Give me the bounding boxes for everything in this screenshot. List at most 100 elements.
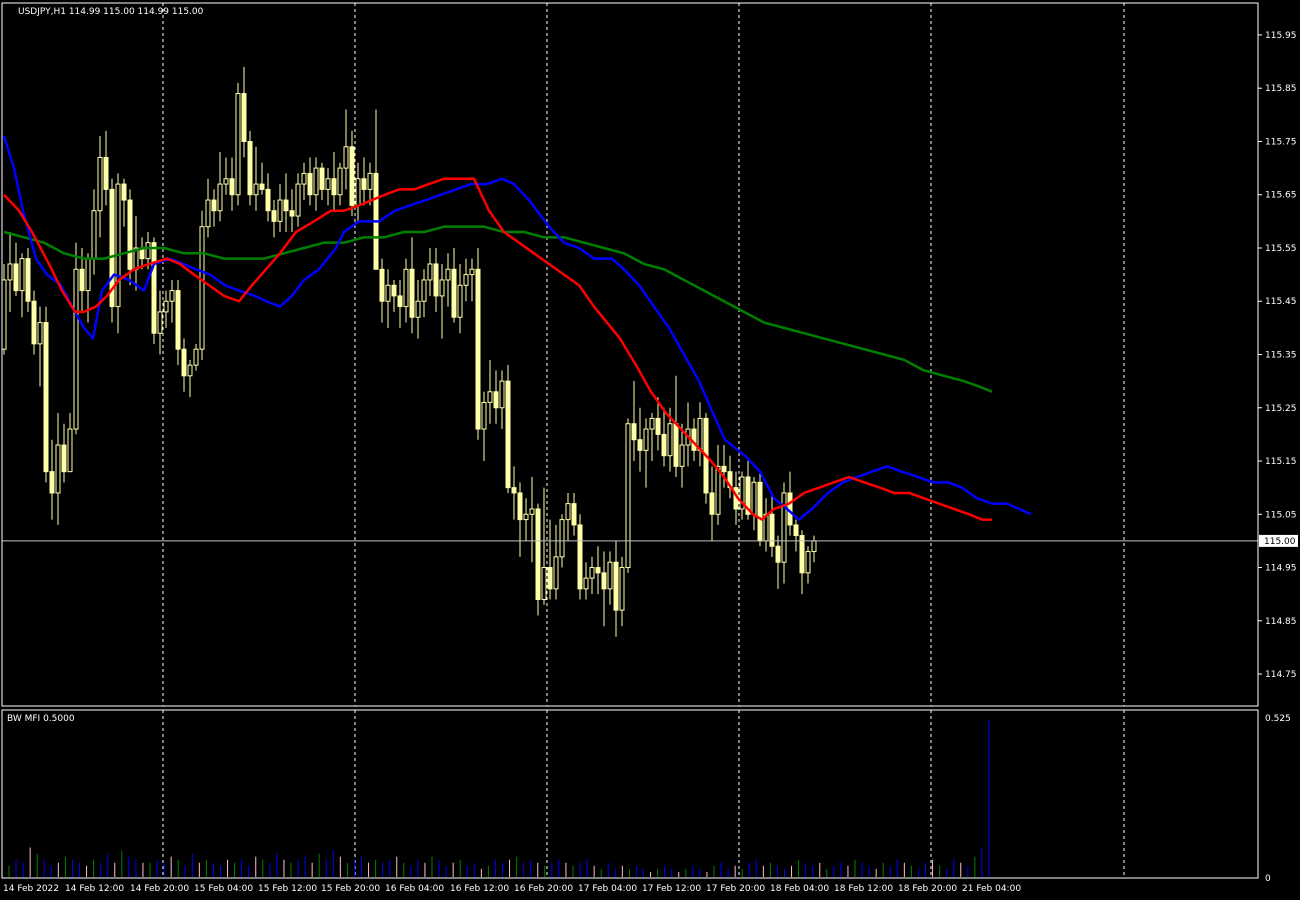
time-tick-label: 16 Feb 20:00 — [514, 884, 573, 894]
candle-body-bear — [493, 391, 499, 409]
candle-body-bull — [217, 183, 223, 212]
candle-body-bull — [67, 428, 73, 473]
candle-body-bear — [511, 487, 517, 494]
candle-body-bear — [283, 199, 289, 212]
candle-body-bull — [163, 300, 169, 313]
candle — [235, 82, 241, 206]
price-tick-label: 115.15 — [1265, 457, 1297, 467]
candle-body-bull — [643, 428, 649, 451]
candle-body-bear — [451, 268, 457, 318]
time-tick-label: 17 Feb 04:00 — [578, 884, 637, 894]
candle — [475, 247, 481, 440]
candle-body-bear — [289, 210, 295, 217]
candle-body-bull — [583, 577, 589, 590]
candle-body-bear — [331, 178, 337, 196]
candle-body-bear — [391, 284, 397, 297]
candle-body-bull — [253, 183, 259, 196]
candle-body-bear — [661, 433, 667, 457]
candle-body-bear — [517, 492, 523, 521]
price-tick-label: 114.75 — [1265, 670, 1297, 680]
candle-body-bear — [757, 481, 763, 542]
candle-body-bull — [415, 300, 421, 318]
candle-body-bull — [85, 258, 91, 292]
candle-body-bear — [535, 508, 541, 600]
time-tick-label: 17 Feb 12:00 — [642, 884, 701, 894]
price-tick-label: 115.05 — [1265, 510, 1297, 520]
candle-body-bear — [31, 300, 37, 345]
candle-body-bear — [349, 146, 355, 206]
time-tick-label: 15 Feb 04:00 — [194, 884, 253, 894]
candle-body-bull — [157, 311, 163, 334]
candle-body-bear — [637, 439, 643, 451]
time-tick-label: 14 Feb 2022 — [3, 884, 59, 894]
candle-body-bull — [469, 268, 475, 276]
candle-body-bear — [361, 178, 367, 190]
time-tick-label: 18 Feb 20:00 — [898, 884, 957, 894]
candle-body-bull — [679, 444, 685, 467]
time-tick-label: 15 Feb 20:00 — [321, 884, 380, 894]
candle-body-bear — [79, 268, 85, 292]
candle-body-bull — [649, 417, 655, 430]
candle-body-bear — [43, 322, 49, 473]
price-tick-label: 115.55 — [1265, 244, 1297, 254]
time-tick-label: 16 Feb 04:00 — [385, 884, 444, 894]
candle-body-bull — [421, 279, 427, 302]
price-tick-label: 114.85 — [1265, 617, 1297, 627]
candle — [247, 130, 253, 206]
candle-body-bull — [553, 556, 559, 590]
candle-body-bear — [259, 183, 265, 190]
candle-body-bull — [277, 199, 283, 222]
candle-body-bear — [631, 423, 637, 441]
price-tick-label: 115.85 — [1265, 84, 1297, 94]
candle-body-bull — [589, 567, 595, 579]
candle-body-bull — [19, 258, 25, 292]
candle-body-bull — [781, 492, 787, 563]
candle-body-bull — [715, 465, 721, 515]
price-tick-label: 115.45 — [1265, 297, 1297, 307]
candle-body-bull — [619, 567, 625, 611]
price-tick-label: 115.65 — [1265, 191, 1297, 201]
mfi-tick-label: 0.525 — [1265, 714, 1291, 724]
candle-body-bull — [313, 167, 319, 196]
candle — [757, 471, 763, 547]
candle-body-bull — [1, 279, 7, 350]
candle-body-bear — [397, 295, 403, 308]
candle — [73, 242, 79, 435]
candle-body-bear — [319, 167, 325, 190]
time-tick-label: 16 Feb 12:00 — [450, 884, 509, 894]
candle-body-bear — [61, 444, 67, 473]
candle-body-bear — [673, 423, 679, 467]
candle-body-bear — [379, 268, 385, 302]
candle-body-bull — [565, 503, 571, 521]
candle-body-bull — [499, 380, 505, 409]
candle-body-bull — [169, 290, 175, 302]
chart-header: USDJPY,H1 114.99 115.00 114.99 115.00 — [18, 7, 204, 17]
candle-body-bull — [235, 93, 241, 196]
candle-body-bear — [769, 513, 775, 547]
candle-body-bull — [607, 561, 613, 590]
candle-body-bull — [37, 322, 43, 345]
candle-body-bear — [103, 156, 109, 190]
price-tick-label: 114.95 — [1265, 564, 1297, 574]
candle-body-bull — [187, 364, 193, 377]
candle-body-bear — [577, 524, 583, 590]
candle-body-bull — [805, 551, 811, 574]
candle-body-bull — [403, 268, 409, 308]
chart-canvas: 115.95 115.85 115.75 115.65 115.55 115.45 115.… — [0, 0, 1300, 900]
candle-body-bull — [55, 444, 61, 494]
candle — [109, 178, 115, 323]
candle-body-bull — [367, 172, 373, 190]
candle-body-bull — [91, 210, 97, 260]
candle-body-bear — [475, 268, 481, 430]
candle — [577, 514, 583, 600]
candle-body-bear — [247, 140, 253, 196]
candle-body-bull — [295, 183, 301, 217]
candle — [43, 306, 49, 483]
candle-body-bull — [193, 348, 199, 366]
mfi-tick-label: 0 — [1265, 874, 1271, 884]
time-tick-label: 18 Feb 12:00 — [834, 884, 893, 894]
candle-body-bull — [439, 279, 445, 297]
candle-body-bear — [793, 524, 799, 537]
candle-body-bull — [301, 172, 307, 185]
time-tick-label: 18 Feb 04:00 — [770, 884, 829, 894]
